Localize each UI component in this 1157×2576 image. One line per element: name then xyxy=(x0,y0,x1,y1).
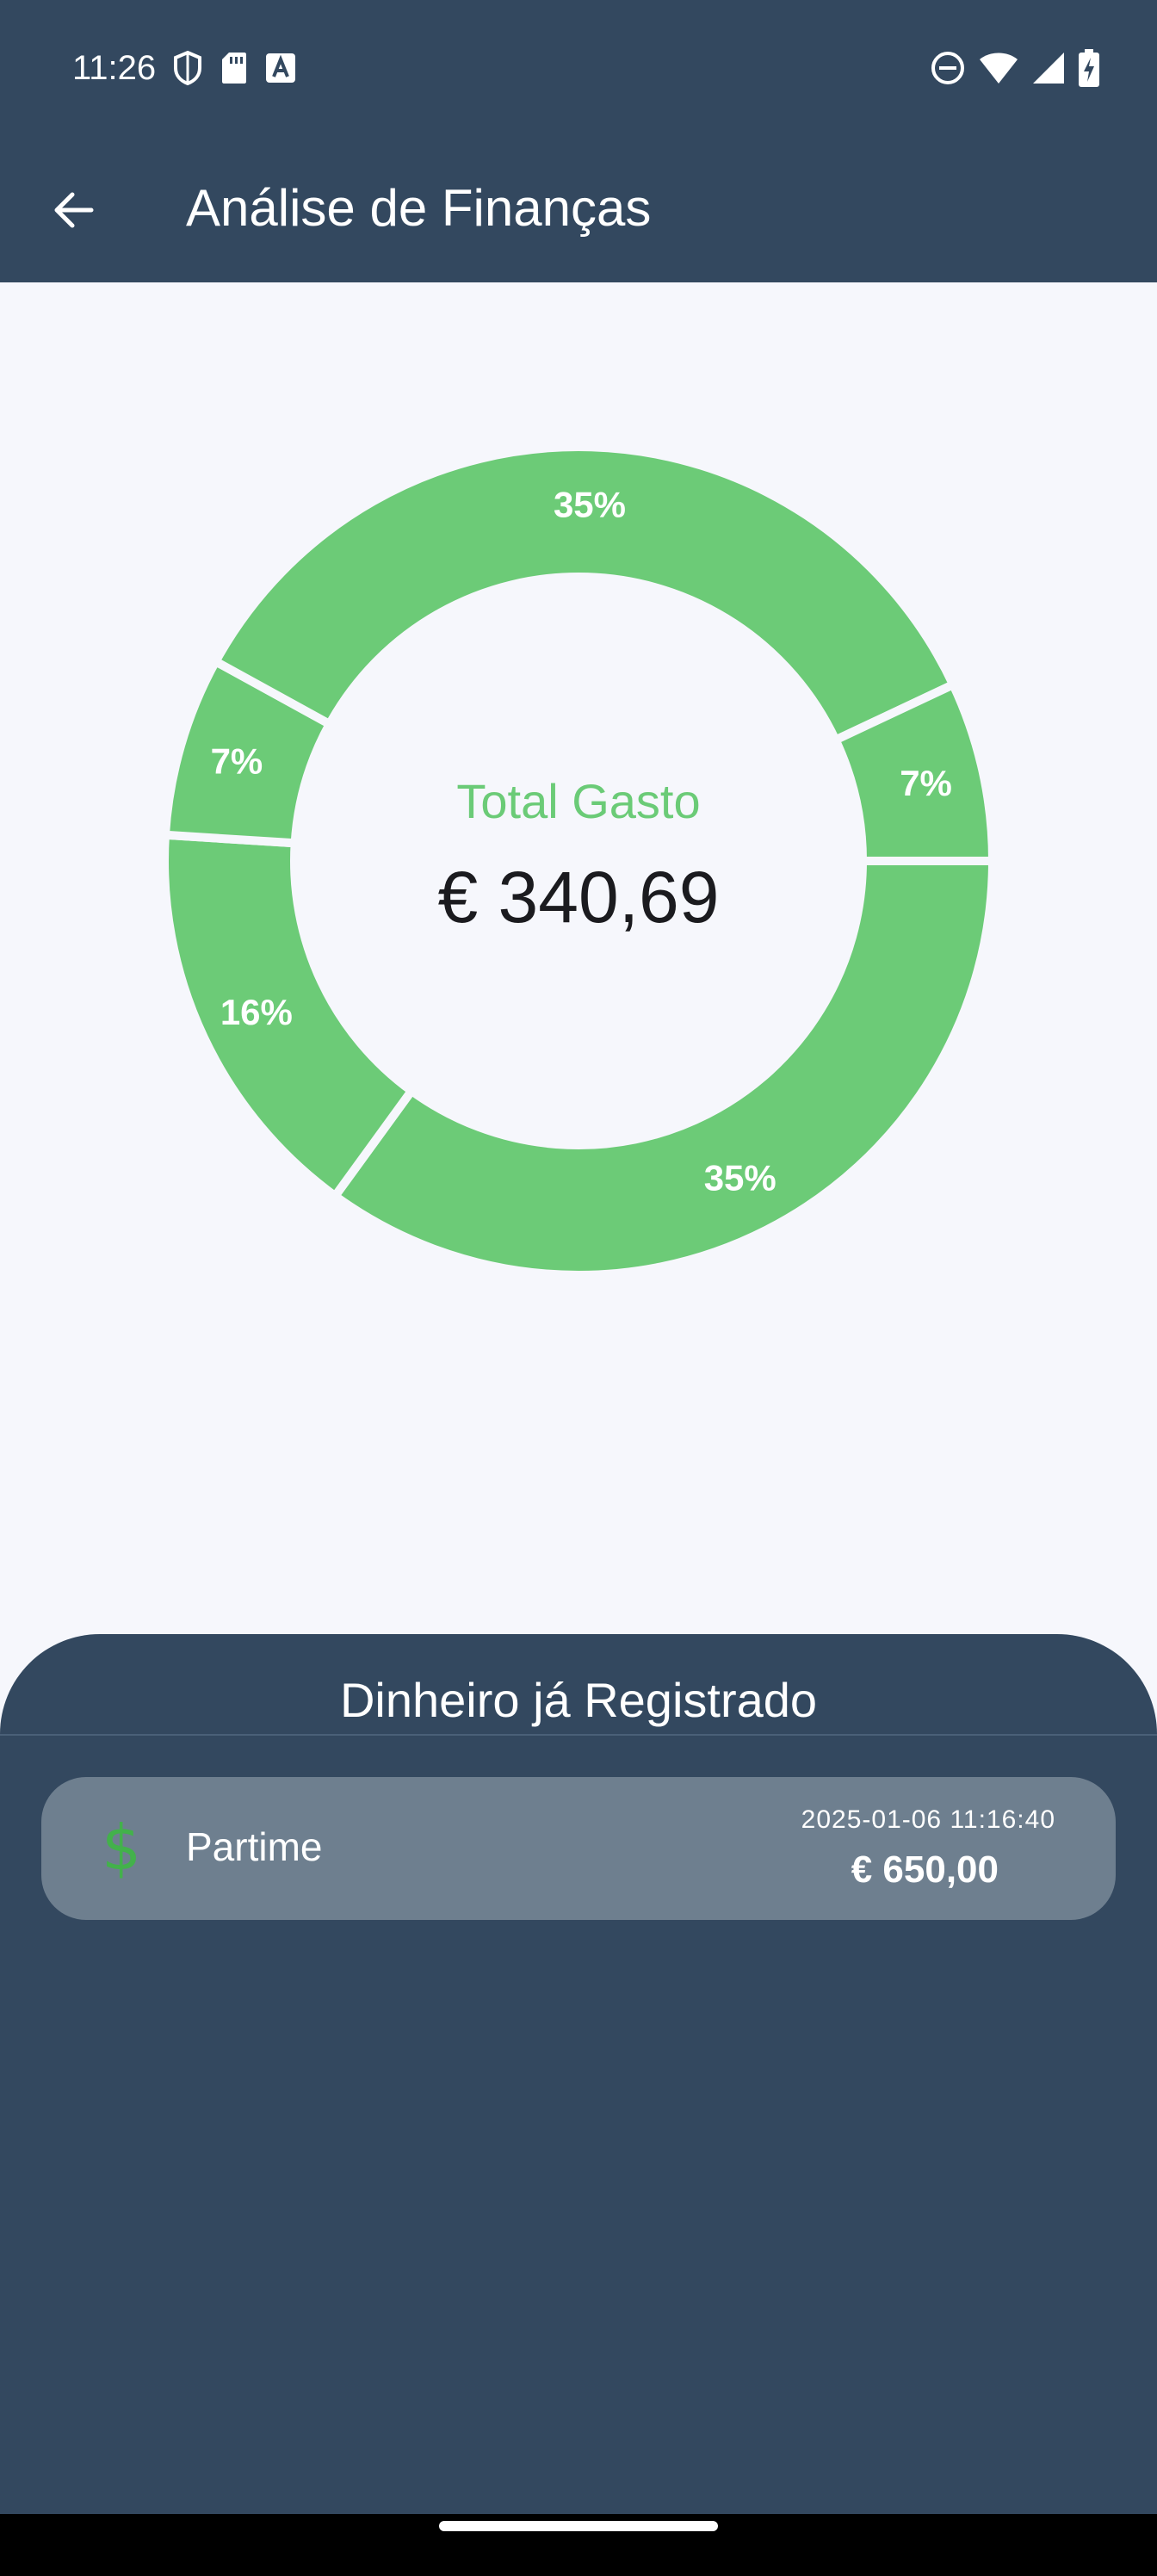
slice-label: 35% xyxy=(704,1157,776,1198)
slice-label: 35% xyxy=(554,485,626,525)
spending-chart: 35% 16% 7% 35% 7% Total Gasto € 340,69 xyxy=(0,282,1157,1402)
slice-label: 16% xyxy=(220,992,293,1032)
status-icons-right xyxy=(930,48,1100,88)
status-icons-left xyxy=(172,48,296,88)
signal-icon xyxy=(1033,53,1064,84)
text-a-icon xyxy=(266,53,295,83)
entry-name: Partime xyxy=(186,1824,323,1869)
sd-card-icon xyxy=(222,53,246,84)
donut-chart-svg: 35%16%7%35%7% xyxy=(160,443,998,1279)
sheet-divider xyxy=(0,1734,1157,1736)
total-spent-label: Total Gasto xyxy=(456,774,701,828)
arrow-left-icon xyxy=(54,192,94,228)
shield-icon xyxy=(174,50,201,86)
page-title: Análise de Finanças xyxy=(186,179,652,237)
status-bar: 11:26 xyxy=(0,0,1157,129)
battery-charging-icon xyxy=(1079,49,1099,87)
total-spent-value: € 340,69 xyxy=(437,857,720,938)
list-item[interactable]: $ Partime 2025-01-06 11:16:40 € 650,00 xyxy=(41,1777,1116,1920)
home-indicator[interactable] xyxy=(439,2521,718,2531)
wifi-icon xyxy=(980,53,1018,84)
back-button[interactable] xyxy=(38,176,107,245)
do-not-disturb-icon xyxy=(931,52,964,84)
sheet-title: Dinheiro já Registrado xyxy=(339,1673,818,1727)
entry-date: 2025-01-06 11:16:40 xyxy=(801,1805,1055,1834)
app-bar: Análise de Finanças xyxy=(0,129,1157,282)
dollar-icon: $ xyxy=(102,1811,141,1884)
registered-money-sheet: Dinheiro já Registrado $ Partime 2025-01… xyxy=(0,1634,1157,2514)
status-time: 11:26 xyxy=(72,49,157,87)
entry-amount: € 650,00 xyxy=(851,1848,999,1891)
